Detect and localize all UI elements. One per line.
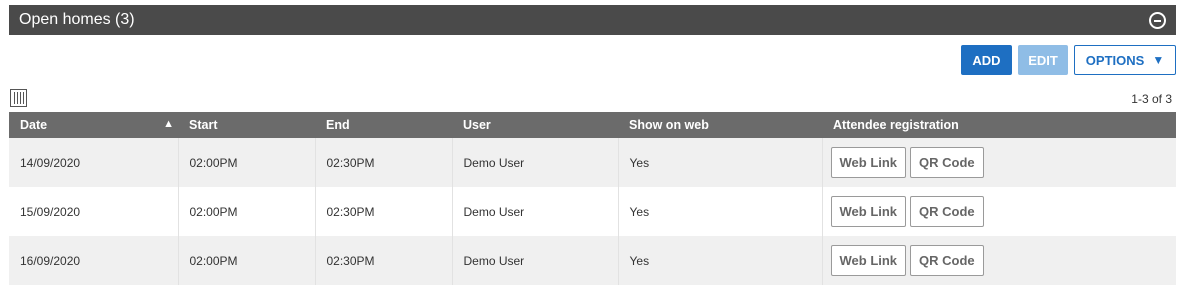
column-header-attendee-registration[interactable]: Attendee registration	[822, 112, 1176, 138]
qr-code-button[interactable]: QR Code	[910, 147, 984, 178]
web-link-button[interactable]: Web Link	[830, 147, 907, 178]
cell-attendee-registration: Web Link QR Code	[822, 236, 1176, 285]
cell-end: 02:30PM	[315, 187, 453, 236]
column-header-user[interactable]: User	[452, 112, 618, 138]
panel-title: Open homes (3)	[19, 11, 135, 28]
cell-start: 02:00PM	[178, 187, 316, 236]
column-header-label: Date	[20, 118, 48, 132]
collapse-icon[interactable]	[1149, 11, 1166, 29]
cell-end: 02:30PM	[315, 138, 453, 187]
column-header-start[interactable]: Start	[178, 112, 315, 138]
web-link-button[interactable]: Web Link	[830, 196, 907, 227]
cell-date: 14/09/2020	[9, 138, 179, 187]
qr-code-button[interactable]: QR Code	[910, 245, 984, 276]
options-button[interactable]: OPTIONS ▼	[1074, 45, 1176, 75]
column-header-show-on-web[interactable]: Show on web	[618, 112, 822, 138]
columns-icon[interactable]	[10, 89, 27, 107]
pagination-info: 1-3 of 3	[1131, 92, 1172, 106]
edit-button[interactable]: EDIT	[1018, 45, 1068, 75]
options-label: OPTIONS	[1085, 52, 1145, 68]
cell-attendee-registration: Web Link QR Code	[822, 138, 1176, 187]
column-header-date[interactable]: Date ▲	[9, 112, 178, 138]
column-header-end[interactable]: End	[315, 112, 452, 138]
table-row[interactable]: 16/09/2020 02:00PM 02:30PM Demo User Yes…	[9, 236, 1176, 285]
triangle-down-icon: ▼	[1152, 53, 1165, 67]
cell-show-on-web: Yes	[618, 236, 823, 285]
add-button[interactable]: ADD	[961, 45, 1012, 75]
cell-show-on-web: Yes	[618, 138, 823, 187]
cell-user: Demo User	[452, 236, 619, 285]
cell-date: 15/09/2020	[9, 187, 179, 236]
cell-start: 02:00PM	[178, 138, 316, 187]
sort-ascending-icon: ▲	[163, 118, 174, 130]
web-link-button[interactable]: Web Link	[830, 245, 907, 276]
qr-code-button[interactable]: QR Code	[910, 196, 984, 227]
table-row[interactable]: 14/09/2020 02:00PM 02:30PM Demo User Yes…	[9, 138, 1176, 187]
cell-user: Demo User	[452, 138, 619, 187]
cell-end: 02:30PM	[315, 236, 453, 285]
cell-show-on-web: Yes	[618, 187, 823, 236]
open-homes-panel: Open homes (3) ADD EDIT OPTIONS ▼ 1-3 of…	[9, 5, 1176, 285]
open-homes-table: Date ▲ Start End User Show on web Attend…	[9, 112, 1176, 285]
cell-start: 02:00PM	[178, 236, 316, 285]
table-header-row: Date ▲ Start End User Show on web Attend…	[9, 112, 1176, 138]
panel-header: Open homes (3)	[9, 5, 1176, 35]
cell-attendee-registration: Web Link QR Code	[822, 187, 1176, 236]
cell-date: 16/09/2020	[9, 236, 179, 285]
table-row[interactable]: 15/09/2020 02:00PM 02:30PM Demo User Yes…	[9, 187, 1176, 236]
cell-user: Demo User	[452, 187, 619, 236]
toolbar: ADD EDIT OPTIONS ▼	[961, 45, 1176, 75]
